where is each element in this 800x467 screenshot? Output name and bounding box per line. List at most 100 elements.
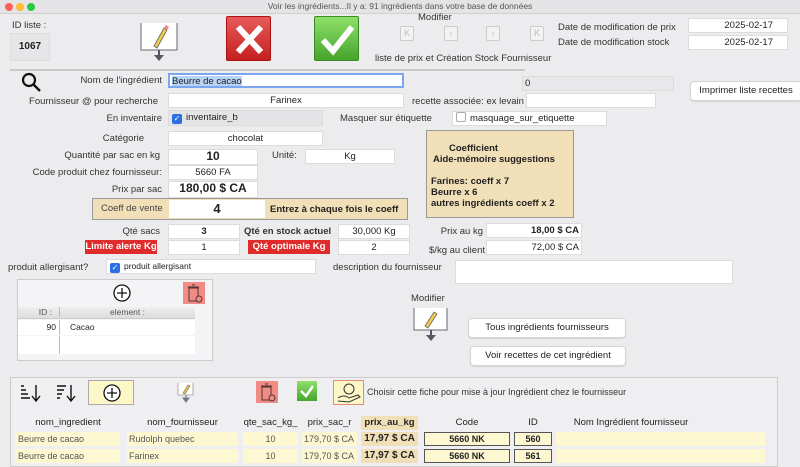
validate-supplier-icon[interactable] (297, 381, 317, 401)
cell-qte-sac[interactable]: 10 (243, 449, 298, 463)
date-stock-field[interactable]: 2025-02-17 (688, 35, 788, 50)
description-input[interactable] (455, 260, 733, 284)
cell-prix-kg[interactable]: 17,97 $ CA (361, 449, 418, 463)
unite-input[interactable]: Kg (305, 149, 395, 164)
table-row-empty (18, 336, 195, 354)
check-icon (320, 25, 355, 56)
limite-input[interactable]: 1 (168, 240, 240, 255)
edit-supplier-icon[interactable] (176, 381, 196, 408)
optimale-label: Qté optimale Kg (248, 240, 330, 254)
cell-nom-fournisseur[interactable]: Farinex (127, 449, 238, 463)
date-prix-field[interactable]: 2025-02-17 (688, 18, 788, 33)
col-header-prix-sac[interactable]: prix_sac_r (302, 416, 357, 430)
recette-input[interactable] (526, 93, 656, 108)
sort-descending-icon[interactable] (56, 383, 82, 406)
cell-nom-ingredient[interactable]: Beurre de cacao (16, 449, 120, 463)
window-title: Voir les ingrédients...Il y a: 91 ingréd… (267, 1, 533, 11)
code-input[interactable]: 5660 FA (168, 165, 258, 180)
allergisant-checkbox[interactable]: ✓ produit allergisant (106, 259, 316, 274)
cell-prix-sac[interactable]: 179,70 $ CA (302, 449, 357, 463)
prix-sac-input[interactable]: 180,00 $ CA (168, 181, 258, 198)
add-allergen-icon[interactable] (112, 283, 132, 306)
masquer-checkbox[interactable]: masquage_sur_etiquette (452, 111, 607, 126)
tous-ingredients-button[interactable]: Tous ingrédients fournisseurs (468, 318, 626, 338)
qte-sac-input[interactable]: 10 (168, 149, 258, 165)
description-label: description du fournisseur (333, 262, 442, 273)
cell-id[interactable]: 561 (514, 449, 552, 463)
cell-code[interactable]: 5660 NK (424, 432, 510, 446)
col-header-prix-kg[interactable]: prix_au_kg (361, 416, 418, 430)
cell-id[interactable]: 560 (514, 432, 552, 446)
modifier-label: Modifier (418, 12, 452, 23)
masquer-text: masquage_sur_etiquette (470, 113, 575, 124)
qte-sacs-input[interactable]: 3 (168, 224, 240, 239)
allergen-table-header: ID : element : (18, 307, 195, 319)
validate-button[interactable] (314, 16, 359, 61)
col-header-code[interactable]: Code (424, 416, 510, 430)
delete-allergen-icon[interactable] (183, 282, 205, 304)
nom-value: Beurre de cacao (172, 76, 242, 87)
cell-nom-ingredient[interactable]: Beurre de cacao (16, 432, 120, 446)
col-header-qte-sac[interactable]: qte_sac_kg_ (243, 416, 298, 430)
cell-nom-fournisseur-ingredient[interactable] (556, 449, 765, 463)
recette-label: recette associée: ex levain (412, 96, 524, 107)
col-header-nom-fournisseur[interactable]: nom_fournisseur (127, 416, 238, 430)
cell-prix-kg[interactable]: 17,97 $ CA (361, 432, 418, 446)
delete-supplier-icon[interactable] (256, 381, 278, 403)
table-row[interactable]: 90 Cacao (18, 320, 195, 335)
plus-icon (103, 384, 121, 402)
title-bar: Voir les ingrédients...Il y a: 91 ingréd… (0, 0, 800, 14)
limite-label: Limite alerte Kg (85, 240, 157, 254)
inventaire-checkbox[interactable]: ✓ inventaire_b (168, 110, 323, 126)
coeff-input[interactable]: 4 (169, 200, 265, 218)
coeff-label: Coeff de vente (101, 203, 163, 214)
cancel-button[interactable] (226, 16, 271, 61)
memo-title1: Coefficient (449, 143, 499, 154)
modifier-label-2: Modifier (411, 293, 445, 304)
memo-line: Farines: coeff x 7 (431, 176, 510, 187)
prev-record-button[interactable]: ‹ (444, 26, 458, 41)
masquer-label: Masquer sur étiquette (340, 113, 432, 124)
choose-supplier-money-icon[interactable] (333, 380, 364, 405)
sort-ascending-icon[interactable] (20, 383, 46, 406)
last-record-button[interactable]: K (530, 26, 544, 41)
edit-down-icon[interactable] (138, 20, 180, 62)
fournisseur-input[interactable]: Farinex (168, 93, 404, 108)
print-recipes-button[interactable]: Imprimer liste recettes (690, 81, 800, 101)
categorie-input[interactable]: chocolat (168, 131, 323, 146)
col-header-id[interactable]: ID (514, 416, 552, 430)
cell-id: 90 (46, 322, 56, 332)
col-header-nom-ingredient[interactable]: nom_ingredient (16, 416, 120, 430)
choose-text: Choisir cette fiche pour mise à jour Ing… (367, 387, 627, 397)
id-label: ID liste : (12, 20, 47, 31)
allergisant-text: produit allergisant (124, 261, 192, 271)
coeff-memo: Coefficient Aide-mémoire suggestions Far… (426, 130, 574, 218)
allergen-panel: ID : element : 90 Cacao (17, 279, 213, 361)
allergisant-label: produit allergisant? (8, 262, 89, 273)
first-record-button[interactable]: K (400, 26, 414, 41)
col-element: element : (59, 307, 195, 317)
voir-recettes-button[interactable]: Voir recettes de cet ingrédient (470, 346, 626, 366)
inventaire-text: inventaire_b (186, 112, 238, 123)
nom-input[interactable]: Beurre de cacao (168, 73, 404, 88)
nom-label: Nom de l'ingrédient (80, 75, 162, 86)
counter-field: 0 (522, 76, 674, 91)
cell-code[interactable]: 5660 NK (424, 449, 510, 463)
divider (10, 69, 525, 71)
memo-line: autres ingrédients coeff x 2 (431, 198, 555, 209)
checkbox-unchecked-icon (456, 112, 466, 122)
cell-prix-sac[interactable]: 179,70 $ CA (302, 432, 357, 446)
cell-nom-fournisseur[interactable]: Rudolph quebec (127, 432, 238, 446)
cell-nom-fournisseur-ingredient[interactable] (556, 432, 765, 446)
subtitle: liste de prix et Création Stock Fourniss… (375, 53, 552, 64)
cell-qte-sac[interactable]: 10 (243, 432, 298, 446)
add-supplier-button[interactable] (88, 380, 134, 405)
memo-line: Beurre x 6 (431, 187, 478, 198)
qte-sacs-label: Qté sacs (122, 226, 161, 237)
next-record-button[interactable]: › (486, 26, 500, 41)
edit-down-icon[interactable] (412, 306, 450, 349)
code-label: Code produit chez fournisseur: (32, 167, 162, 178)
date-stock-label: Date de modification stock (558, 37, 670, 48)
x-icon (235, 24, 264, 55)
col-header-nom-fournisseur-ingredient[interactable]: Nom Ingrédient fournisseur (556, 416, 706, 430)
